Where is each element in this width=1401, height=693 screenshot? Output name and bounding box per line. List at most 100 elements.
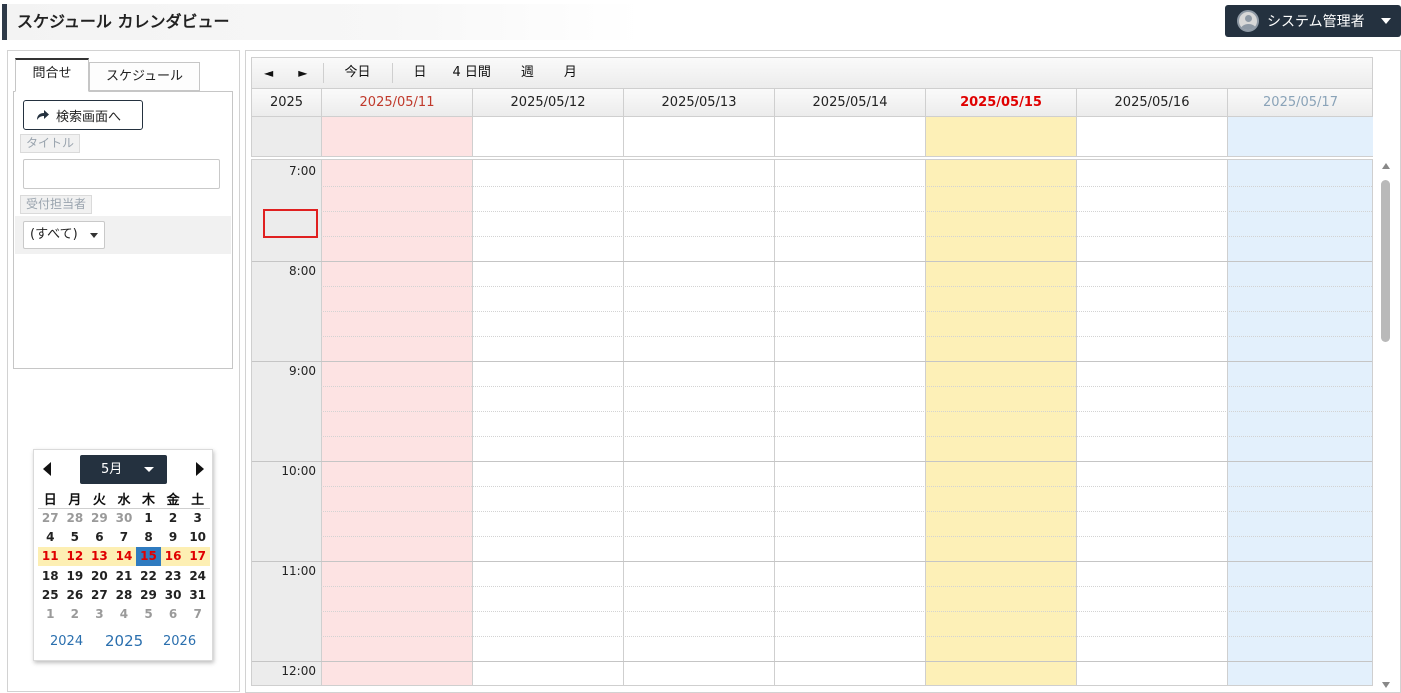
day-column[interactable] xyxy=(774,160,925,685)
mini-day[interactable]: 29 xyxy=(87,509,112,528)
day-header[interactable]: 2025/05/12 xyxy=(472,89,623,116)
mini-day[interactable]: 2 xyxy=(161,509,186,528)
mini-day[interactable]: 2 xyxy=(63,604,88,623)
all-day-cell[interactable] xyxy=(472,117,623,156)
scroll-up-icon[interactable] xyxy=(1382,163,1390,169)
next-month-icon[interactable] xyxy=(196,462,204,476)
mini-day[interactable]: 7 xyxy=(185,604,210,623)
day-header-sunday[interactable]: 2025/05/11 xyxy=(321,89,472,116)
all-day-cell[interactable] xyxy=(321,117,472,156)
user-menu-button[interactable]: システム管理者 xyxy=(1225,5,1401,37)
day-column[interactable] xyxy=(1076,160,1227,685)
mini-day[interactable]: 1 xyxy=(38,604,63,623)
caret-down-icon xyxy=(90,233,98,238)
mini-day[interactable]: 18 xyxy=(38,566,63,585)
mini-day[interactable]: 21 xyxy=(112,566,137,585)
mini-day[interactable]: 8 xyxy=(136,528,161,547)
mini-day[interactable]: 13 xyxy=(87,546,112,567)
all-day-cell[interactable] xyxy=(925,117,1076,156)
mini-day[interactable]: 5 xyxy=(63,528,88,547)
day-header[interactable]: 2025/05/13 xyxy=(623,89,774,116)
quarter-line xyxy=(321,386,1372,387)
mini-day[interactable]: 4 xyxy=(112,604,137,623)
mini-day[interactable]: 28 xyxy=(112,585,137,604)
tab-inquiry[interactable]: 問合せ xyxy=(15,58,89,92)
mini-day[interactable]: 30 xyxy=(112,509,137,528)
next-period-button[interactable]: ► xyxy=(284,58,321,88)
quarter-line xyxy=(321,586,1372,587)
quarter-line xyxy=(321,186,1372,187)
go-to-search-button[interactable]: 検索画面へ xyxy=(23,100,143,130)
day-header[interactable]: 2025/05/14 xyxy=(774,89,925,116)
mini-day[interactable]: 14 xyxy=(111,546,137,567)
mini-day[interactable]: 30 xyxy=(161,585,186,604)
tab-schedule[interactable]: スケジュール xyxy=(89,62,200,91)
month-view-button[interactable]: 月 xyxy=(550,58,589,88)
mini-day-today[interactable]: 15 xyxy=(136,546,161,567)
four-day-view-button[interactable]: 4 日間 xyxy=(440,58,507,88)
mini-day[interactable]: 31 xyxy=(185,585,210,604)
day-view-button[interactable]: 日 xyxy=(395,58,439,88)
all-day-cell[interactable] xyxy=(1076,117,1227,156)
scroll-down-icon[interactable] xyxy=(1382,682,1390,688)
day-column[interactable] xyxy=(1227,160,1372,685)
mini-day[interactable]: 23 xyxy=(161,566,186,585)
mini-day[interactable]: 24 xyxy=(185,566,210,585)
mini-day[interactable]: 26 xyxy=(63,585,88,604)
mini-day[interactable]: 4 xyxy=(38,528,63,547)
hour-label: 12:00 xyxy=(281,664,316,678)
vertical-scrollbar[interactable] xyxy=(1380,163,1392,688)
mini-day[interactable]: 28 xyxy=(63,509,88,528)
mini-day[interactable]: 27 xyxy=(87,585,112,604)
mini-day[interactable]: 25 xyxy=(38,585,63,604)
mini-day[interactable]: 12 xyxy=(62,546,88,567)
mini-day[interactable]: 1 xyxy=(136,509,161,528)
day-header[interactable]: 2025/05/16 xyxy=(1076,89,1227,116)
week-view-button[interactable]: 週 xyxy=(507,58,550,88)
month-select-button[interactable]: 5月 xyxy=(80,455,167,484)
year-current[interactable]: 2025 xyxy=(105,632,143,650)
year-prev[interactable]: 2024 xyxy=(50,634,83,649)
assignee-select[interactable]: (すべて) xyxy=(23,221,105,249)
calendar-view: ◄ ► 今日 日 4 日間 週 月 2025 2025/05/11 2025/0… xyxy=(245,50,1401,693)
hour-line xyxy=(252,461,1372,462)
today-button[interactable]: 今日 xyxy=(326,58,390,88)
assignee-label: 受付担当者 xyxy=(20,195,93,214)
mini-day[interactable]: 7 xyxy=(112,528,137,547)
calendar-toolbar: ◄ ► 今日 日 4 日間 週 月 xyxy=(251,57,1373,89)
mini-day[interactable]: 22 xyxy=(136,566,161,585)
quarter-line xyxy=(321,536,1372,537)
mini-day[interactable]: 27 xyxy=(38,509,63,528)
toolbar-divider xyxy=(392,63,394,83)
mini-day[interactable]: 29 xyxy=(136,585,161,604)
mini-day[interactable]: 6 xyxy=(87,528,112,547)
mini-day[interactable]: 11 xyxy=(38,546,63,567)
mini-day[interactable]: 20 xyxy=(87,566,112,585)
mini-day[interactable]: 3 xyxy=(185,509,210,528)
day-column[interactable] xyxy=(472,160,623,685)
all-day-cell[interactable] xyxy=(1227,117,1373,156)
prev-period-button[interactable]: ◄ xyxy=(252,58,284,88)
mini-day[interactable]: 19 xyxy=(63,566,88,585)
mini-day[interactable]: 5 xyxy=(136,604,161,623)
mini-day[interactable]: 17 xyxy=(185,546,210,567)
day-header-today[interactable]: 2025/05/15 xyxy=(925,89,1076,116)
mini-day[interactable]: 9 xyxy=(161,528,186,547)
mini-day[interactable]: 16 xyxy=(160,546,186,567)
day-column[interactable] xyxy=(925,160,1076,685)
day-column[interactable] xyxy=(623,160,774,685)
all-day-cell[interactable] xyxy=(774,117,925,156)
prev-month-icon[interactable] xyxy=(43,462,51,476)
day-column[interactable] xyxy=(321,160,472,685)
mini-day[interactable]: 3 xyxy=(87,604,112,623)
day-header-saturday[interactable]: 2025/05/17 xyxy=(1227,89,1373,116)
year-next[interactable]: 2026 xyxy=(163,634,196,649)
all-day-cell[interactable] xyxy=(623,117,774,156)
mini-day[interactable]: 10 xyxy=(185,528,210,547)
scroll-thumb[interactable] xyxy=(1381,180,1390,342)
caret-down-icon xyxy=(1380,18,1391,24)
mini-day[interactable]: 6 xyxy=(161,604,186,623)
time-grid: 7:00 8:00 9:00 10:00 11:00 12:00 xyxy=(251,159,1373,686)
hour-label: 8:00 xyxy=(289,264,316,278)
title-input[interactable] xyxy=(23,159,220,189)
